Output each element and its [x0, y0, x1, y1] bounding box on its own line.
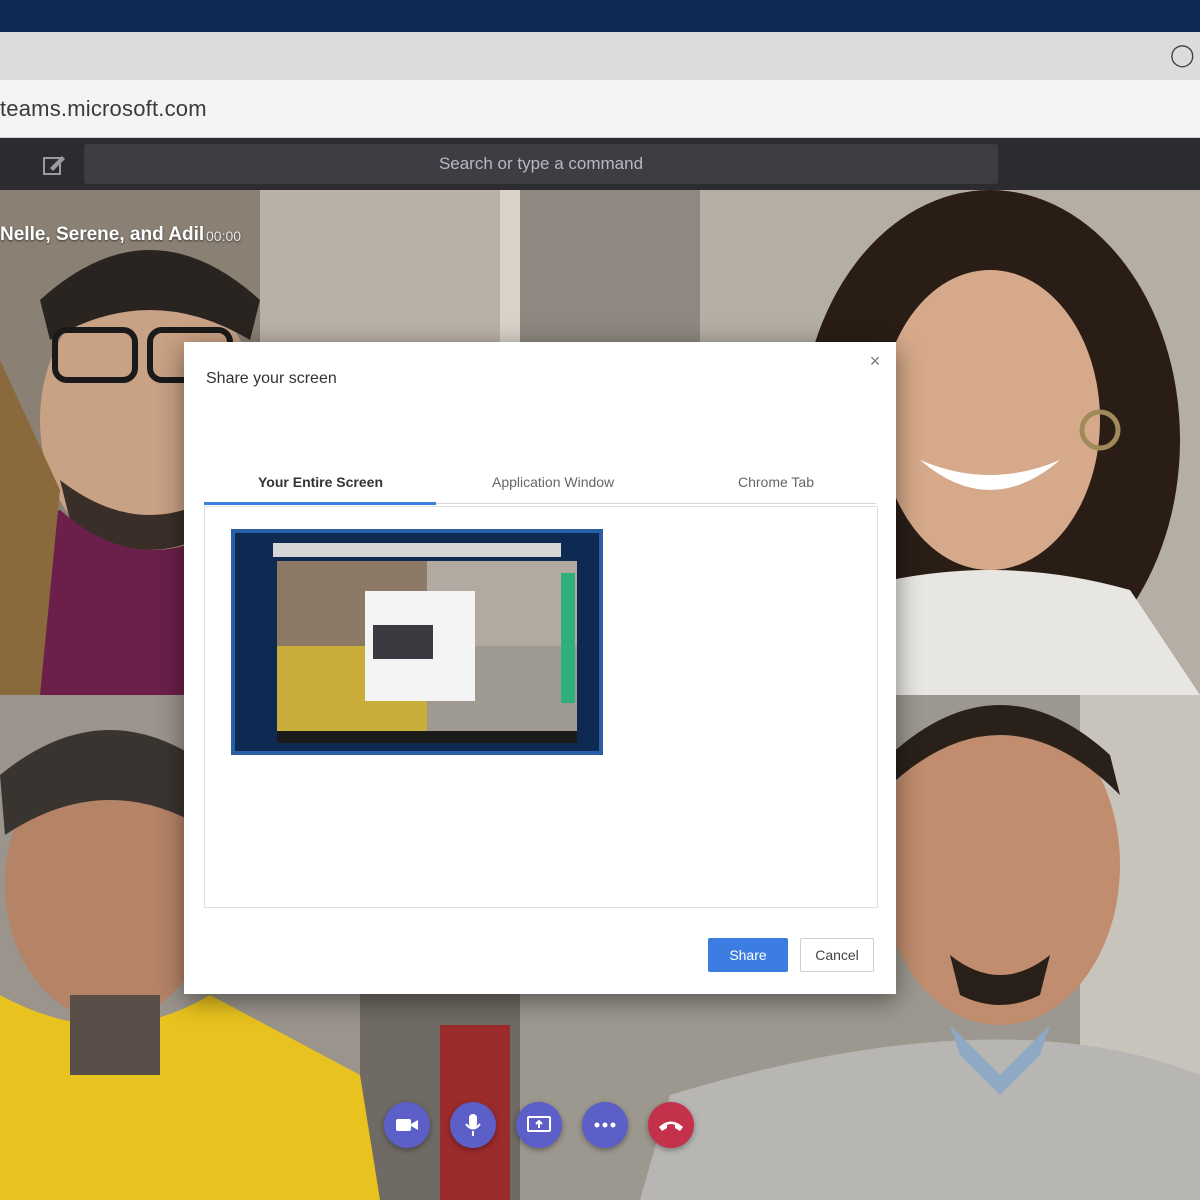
dialog-title: Share your screen [206, 370, 337, 387]
share-screen-dialog: Share your screen × Your Entire Screen A… [184, 342, 896, 994]
teams-header: Search or type a command [0, 138, 1200, 190]
browser-tab-strip: ◯ [0, 32, 1200, 80]
microphone-icon [465, 1114, 481, 1136]
more-options-button[interactable] [582, 1102, 628, 1148]
share-button[interactable]: Share [708, 938, 788, 972]
call-controls [384, 1096, 714, 1156]
share-source-panel [204, 506, 878, 908]
hang-up-button[interactable] [648, 1102, 694, 1148]
share-screen-button[interactable] [516, 1102, 562, 1148]
meeting-timer: 00:00 [206, 228, 242, 244]
meeting-title: Nelle, Serene, and Adil [0, 224, 205, 245]
screen-preview-thumbnail[interactable] [231, 529, 603, 755]
tab-chrome-tab[interactable]: Chrome Tab [738, 474, 814, 490]
tab-application-window[interactable]: Application Window [492, 474, 614, 490]
camera-button[interactable] [384, 1102, 430, 1148]
browser-extension-icon[interactable]: ◯ [1170, 42, 1195, 68]
close-icon[interactable]: × [866, 352, 884, 370]
cancel-button[interactable]: Cancel [800, 938, 874, 972]
app-screenshot: ◯ teams.microsoft.com Search or type a c… [0, 0, 1200, 1200]
compose-icon[interactable] [38, 150, 68, 178]
more-options-icon [594, 1122, 616, 1128]
browser-address-bar[interactable]: teams.microsoft.com [0, 80, 1200, 138]
microphone-button[interactable] [450, 1102, 496, 1148]
camera-icon [396, 1119, 418, 1131]
share-tabs: Your Entire Screen Application Window Ch… [204, 470, 876, 505]
share-screen-icon [527, 1116, 551, 1132]
tab-entire-screen[interactable]: Your Entire Screen [258, 474, 383, 490]
os-top-bar [0, 0, 1200, 32]
search-input[interactable]: Search or type a command [84, 144, 998, 184]
hang-up-icon [659, 1121, 683, 1131]
active-tab-indicator [204, 502, 436, 505]
address-url[interactable]: teams.microsoft.com [0, 96, 207, 122]
